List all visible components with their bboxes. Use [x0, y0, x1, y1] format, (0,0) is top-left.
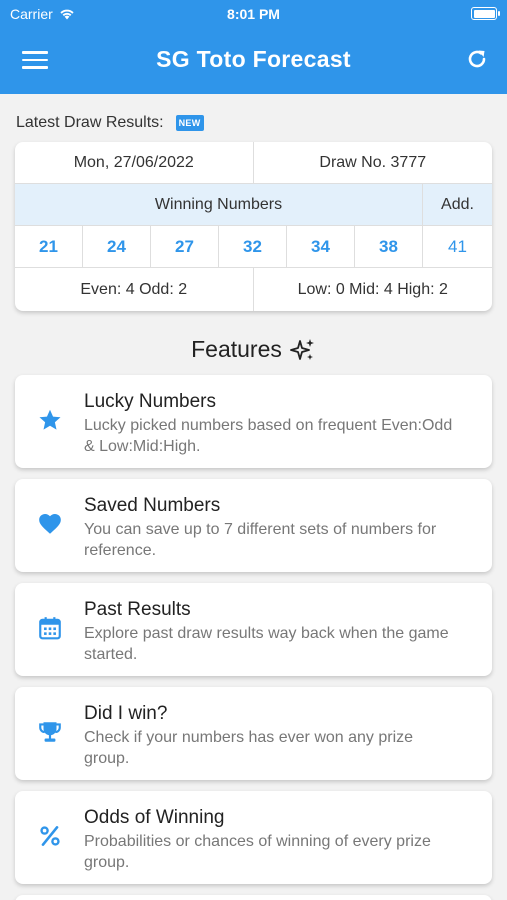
feature-odds-of-winning[interactable]: Odds of Winning Probabilities or chances…: [15, 791, 492, 884]
winning-number: 38: [355, 226, 423, 267]
feature-description: Lucky picked numbers based on frequent E…: [84, 417, 453, 455]
star-icon: [39, 409, 61, 430]
winning-number: 34: [287, 226, 355, 267]
heart-icon: [39, 514, 61, 534]
latest-results-card: Mon, 27/06/2022 Draw No. 3777 Winning Nu…: [15, 142, 492, 311]
winning-numbers-header: Winning Numbers: [15, 184, 423, 225]
numbers-header-row: Winning Numbers Add.: [15, 184, 492, 226]
feature-description: Check if your numbers has ever won any p…: [84, 729, 414, 767]
feature-title: Lucky Numbers: [84, 391, 216, 412]
winning-number: 21: [15, 226, 83, 267]
sparkles-icon: [289, 338, 314, 360]
low-mid-high-stat: Low: 0 Mid: 4 High: 2: [297, 280, 448, 298]
feature-card-partial[interactable]: [15, 895, 492, 900]
draw-info-row: Mon, 27/06/2022 Draw No. 3777: [15, 142, 492, 184]
trophy-icon: [39, 722, 61, 742]
draw-date: Mon, 27/06/2022: [15, 142, 254, 183]
calendar-icon: [39, 617, 61, 640]
stats-row: Even: 4 Odd: 2 Low: 0 Mid: 4 High: 2: [15, 268, 492, 311]
feature-description: You can save up to 7 different sets of n…: [84, 521, 437, 559]
feature-past-results[interactable]: Past Results Explore past draw results w…: [15, 583, 492, 676]
refresh-icon[interactable]: [465, 47, 489, 71]
percent-icon: [40, 826, 60, 846]
additional-header: Add.: [441, 195, 474, 213]
feature-saved-numbers[interactable]: Saved Numbers You can save up to 7 diffe…: [15, 479, 492, 572]
feature-title: Past Results: [84, 599, 191, 620]
battery-icon: [471, 7, 500, 20]
feature-title: Saved Numbers: [84, 495, 221, 516]
even-odd-stat: Even: 4 Odd: 2: [15, 268, 254, 311]
latest-results-label: Latest Draw Results:: [16, 114, 164, 131]
status-time: 8:01 PM: [227, 6, 280, 22]
features-title: Features: [191, 336, 282, 362]
feature-title: Odds of Winning: [84, 807, 225, 828]
status-bar: Carrier 8:01 PM: [0, 6, 507, 24]
app-bar: Carrier 8:01 PM SG Toto Forecast: [0, 0, 507, 94]
additional-number: 41: [448, 236, 467, 256]
winning-number: 24: [83, 226, 151, 267]
numbers-row: 21 24 27 32 34 38 41: [15, 226, 492, 268]
winning-number: 32: [219, 226, 287, 267]
features-heading: Features: [0, 336, 507, 363]
winning-number: 27: [151, 226, 219, 267]
feature-title: Did I win?: [84, 703, 168, 724]
feature-lucky-numbers[interactable]: Lucky Numbers Lucky picked numbers based…: [15, 375, 492, 468]
app-title: SG Toto Forecast: [156, 46, 351, 72]
new-badge: NEW: [175, 115, 204, 131]
latest-results-heading: Latest Draw Results: NEW: [16, 114, 204, 132]
feature-did-i-win[interactable]: Did I win? Check if your numbers has eve…: [15, 687, 492, 780]
feature-description: Probabilities or chances of winning of e…: [84, 833, 431, 871]
feature-description: Explore past draw results way back when …: [84, 625, 449, 663]
draw-number: Draw No. 3777: [319, 153, 427, 171]
